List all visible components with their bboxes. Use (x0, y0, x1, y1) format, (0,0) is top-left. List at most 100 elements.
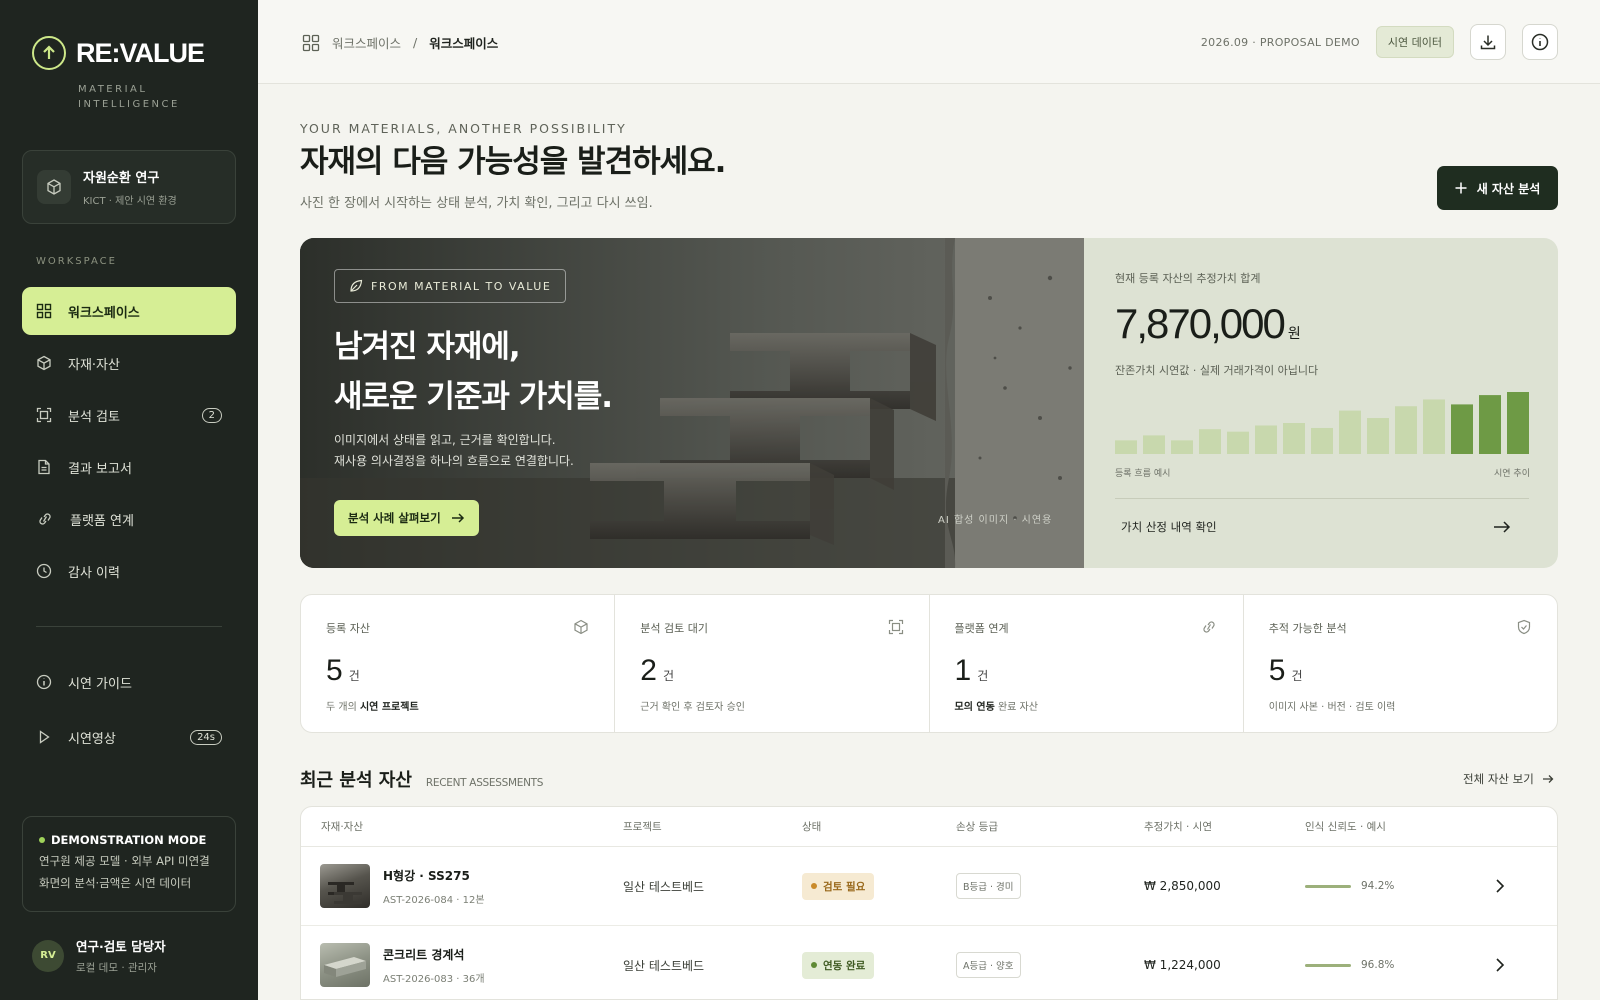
arrow-right-icon (1542, 775, 1554, 783)
breadcrumb-current: 워크스페이스 (429, 36, 499, 51)
sidebar-item-workspace[interactable]: 워크스페이스 (22, 287, 236, 335)
status-dot (811, 962, 817, 968)
org-switcher[interactable]: 자원순환 연구 KICT · 제안 시연 환경 (22, 150, 236, 224)
demo-meta: 2026.09 · PROPOSAL DEMO (1200, 35, 1360, 49)
stat-card-registered[interactable]: 등록 자산 5건 두 개의 시연 프로젝트 (301, 595, 616, 732)
asset-id: AST-2026-083 · 36개 (383, 973, 485, 985)
project-cell: 일산 테스트베드 (623, 958, 705, 973)
table-row[interactable]: H형강 · SS275 AST-2026-084 · 12본 일산 테스트베드 … (301, 847, 1557, 926)
new-asset-analysis-label: 새 자산 분석 (1476, 181, 1541, 196)
value-total-amount: 7,870,000 (1115, 300, 1286, 347)
grid-icon (302, 34, 320, 51)
hero-image: FROM MATERIAL TO VALUE 남겨진 자재에, 새로운 기준과 … (300, 238, 1084, 568)
brand-logo[interactable]: RE:VALUE (32, 36, 205, 70)
stat-unit: 건 (348, 669, 360, 683)
value-trend-bars (1115, 392, 1529, 454)
box-icon (37, 355, 51, 371)
sidebar-item-demo-guide[interactable]: 시연 가이드 (22, 658, 236, 706)
column-header: 손상 등급 (956, 821, 998, 833)
hero-image-caption: AI 합성 이미지 · 시연용 (938, 515, 1053, 526)
demo-mode-notice: DEMONSTRATION MODE 연구원 제공 모델 · 외부 API 미연… (22, 816, 236, 912)
grid-icon (36, 303, 52, 319)
sidebar-item-label: 시연 가이드 (68, 676, 132, 692)
confidence-value: 94.2% (1361, 880, 1395, 892)
column-header: 상태 (802, 821, 822, 833)
document-icon (38, 459, 50, 475)
org-name: 자원순환 연구 (83, 171, 160, 186)
project-cell: 일산 테스트베드 (623, 879, 705, 894)
table-row[interactable]: 콘크리트 경계석 AST-2026-083 · 36개 일산 테스트베드 연동 … (301, 926, 1557, 999)
page-subtitle: 사진 한 장에서 시작하는 상태 분석, 가치 확인, 그리고 다시 쓰임. (300, 196, 653, 211)
bars-axis-right: 시연 추이 (1494, 469, 1530, 479)
sidebar-item-label: 분석 검토 (68, 409, 120, 425)
explore-cases-button[interactable]: 분석 사례 살펴보기 (334, 500, 479, 536)
stat-value: 5 (326, 654, 343, 687)
value-breakdown-link[interactable]: 가치 산정 내역 확인 (1115, 498, 1529, 535)
estimated-value: ₩ 2,850,000 (1144, 879, 1221, 893)
workspace-section-label: WORKSPACE (36, 256, 117, 267)
box-icon (574, 619, 588, 635)
demo-mode-title: DEMONSTRATION MODE (39, 833, 219, 847)
value-total: 7,870,000 원 (1115, 300, 1301, 348)
stat-label: 플랫폼 연계 (954, 622, 1009, 635)
column-header: 프로젝트 (623, 821, 662, 833)
asset-cell: H형강 · SS275 AST-2026-084 · 12본 (320, 864, 485, 908)
stat-unit: 건 (977, 669, 989, 683)
damage-grade-badge: A등급 · 양호 (956, 952, 1021, 978)
link-icon (1203, 621, 1215, 633)
column-header: 인식 신뢰도 · 예시 (1305, 821, 1386, 833)
sidebar-item-platform[interactable]: 플랫폼 연계 (22, 495, 236, 543)
org-sub: KICT · 제안 시연 환경 (83, 196, 177, 207)
status-badge: 연동 완료 (802, 951, 875, 979)
sidebar-item-assets[interactable]: 자재·자산 (22, 339, 236, 387)
stat-footnote: 두 개의 시연 프로젝트 (326, 698, 589, 713)
user-role: 로컬 데모 · 관리자 (76, 962, 157, 974)
sidebar-item-review[interactable]: 분석 검토 2 (22, 391, 236, 439)
chevron-right-icon[interactable] (1495, 957, 1505, 973)
recent-assets-table: 자재·자산 프로젝트 상태 손상 등급 추정가치 · 시연 인식 신뢰도 · 예… (300, 806, 1558, 1000)
value-bar (1199, 429, 1221, 454)
value-bar (1255, 425, 1277, 454)
stat-value-wrap: 5건 (1269, 654, 1532, 688)
scan-icon (888, 619, 903, 635)
value-bar (1367, 418, 1389, 454)
stat-card-traceable[interactable]: 추적 가능한 분석 5건 이미지 사본 · 버전 · 검토 이력 (1244, 595, 1557, 732)
value-bar (1339, 410, 1361, 454)
steel-thumbnail-graphic (328, 882, 362, 904)
value-bar (1423, 399, 1445, 454)
breadcrumb-root[interactable]: 워크스페이스 (332, 33, 401, 52)
info-button[interactable] (1522, 24, 1558, 60)
stat-value: 1 (954, 654, 972, 687)
stat-card-platform[interactable]: 플랫폼 연계 1건 모의 연동 완료 자산 (930, 595, 1244, 732)
topbar-actions: 2026.09 · PROPOSAL DEMO 시연 데이터 (1201, 24, 1558, 60)
asset-name: H형강 · SS275 (383, 868, 470, 883)
sidebar-item-reports[interactable]: 결과 보고서 (22, 443, 236, 491)
sidebar-item-audit[interactable]: 감사 이력 (22, 547, 236, 595)
sidebar: RE:VALUE MATERIAL INTELLIGENCE 자원순환 연구 K… (0, 0, 258, 1000)
stat-value-wrap: 2건 (640, 654, 903, 688)
hero-title: 남겨진 자재에, 새로운 기준과 가치를. (334, 322, 613, 422)
sidebar-item-label: 시연영상 (68, 731, 116, 747)
sidebar-item-demo-video[interactable]: 시연영상 24s (22, 713, 236, 761)
topbar: 워크스페이스 / 워크스페이스 2026.09 · PROPOSAL DEMO … (258, 0, 1600, 84)
new-asset-analysis-button[interactable]: 새 자산 분석 (1437, 166, 1558, 210)
demo-data-pill: 시연 데이터 (1375, 26, 1454, 58)
breadcrumb: 워크스페이스 / 워크스페이스 (302, 33, 498, 52)
view-all-assets-link[interactable]: 전체 자산 보기 (1463, 771, 1554, 787)
confidence-bar (1305, 963, 1351, 967)
breadcrumb-separator: / (413, 35, 418, 50)
hero-description: 이미지에서 상태를 읽고, 근거를 확인합니다. 재사용 의사결정을 하나의 흐… (334, 430, 574, 472)
sidebar-item-label: 플랫폼 연계 (70, 513, 134, 529)
hero-tag: FROM MATERIAL TO VALUE (334, 269, 567, 303)
status-label: 연동 완료 (823, 959, 866, 972)
page-title: 자재의 다음 가능성을 발견하세요. (300, 144, 726, 180)
stat-foot-post: 완료 자산 (994, 702, 1038, 713)
value-bar (1227, 431, 1249, 454)
user-profile[interactable]: RV 연구·검토 담당자 로컬 데모 · 관리자 (32, 936, 166, 975)
brand-name: RE:VALUE (76, 37, 205, 68)
chevron-right-icon[interactable] (1495, 878, 1505, 894)
value-bar (1171, 440, 1193, 454)
stat-unit: 건 (1291, 669, 1303, 683)
download-button[interactable] (1470, 24, 1506, 60)
stat-card-review-pending[interactable]: 분석 검토 대기 2건 근거 확인 후 검토자 승인 (615, 595, 930, 732)
